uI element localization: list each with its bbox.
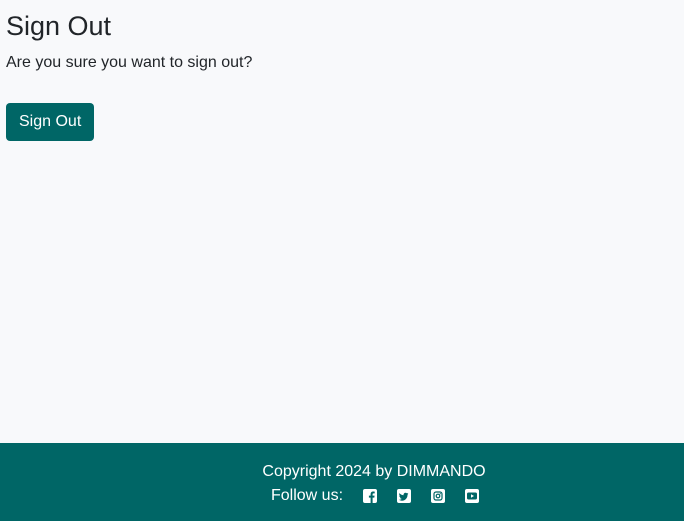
youtube-icon	[465, 489, 480, 503]
youtube-link[interactable]	[465, 489, 480, 503]
facebook-icon	[363, 489, 378, 503]
follow-us-label: Follow us:	[271, 487, 344, 504]
page: Sign Out Are you sure you want to sign o…	[0, 0, 684, 521]
facebook-link[interactable]	[363, 489, 378, 503]
page-title: Sign Out	[6, 11, 112, 41]
instagram-link[interactable]	[431, 489, 446, 503]
copyright-text: Copyright 2024 by DIMMANDO	[262, 463, 486, 480]
main-content: Sign Out Are you sure you want to sign o…	[0, 0, 684, 141]
confirm-text: Are you sure you want to sign out?	[6, 54, 253, 71]
sign-out-button[interactable]: Sign Out	[6, 103, 95, 141]
follow-us-row: Follow us:	[271, 486, 499, 506]
twitter-icon	[397, 489, 412, 503]
twitter-link[interactable]	[397, 489, 412, 503]
instagram-icon	[431, 489, 446, 503]
footer: Copyright 2024 by DIMMANDO Follow us:	[0, 443, 684, 521]
